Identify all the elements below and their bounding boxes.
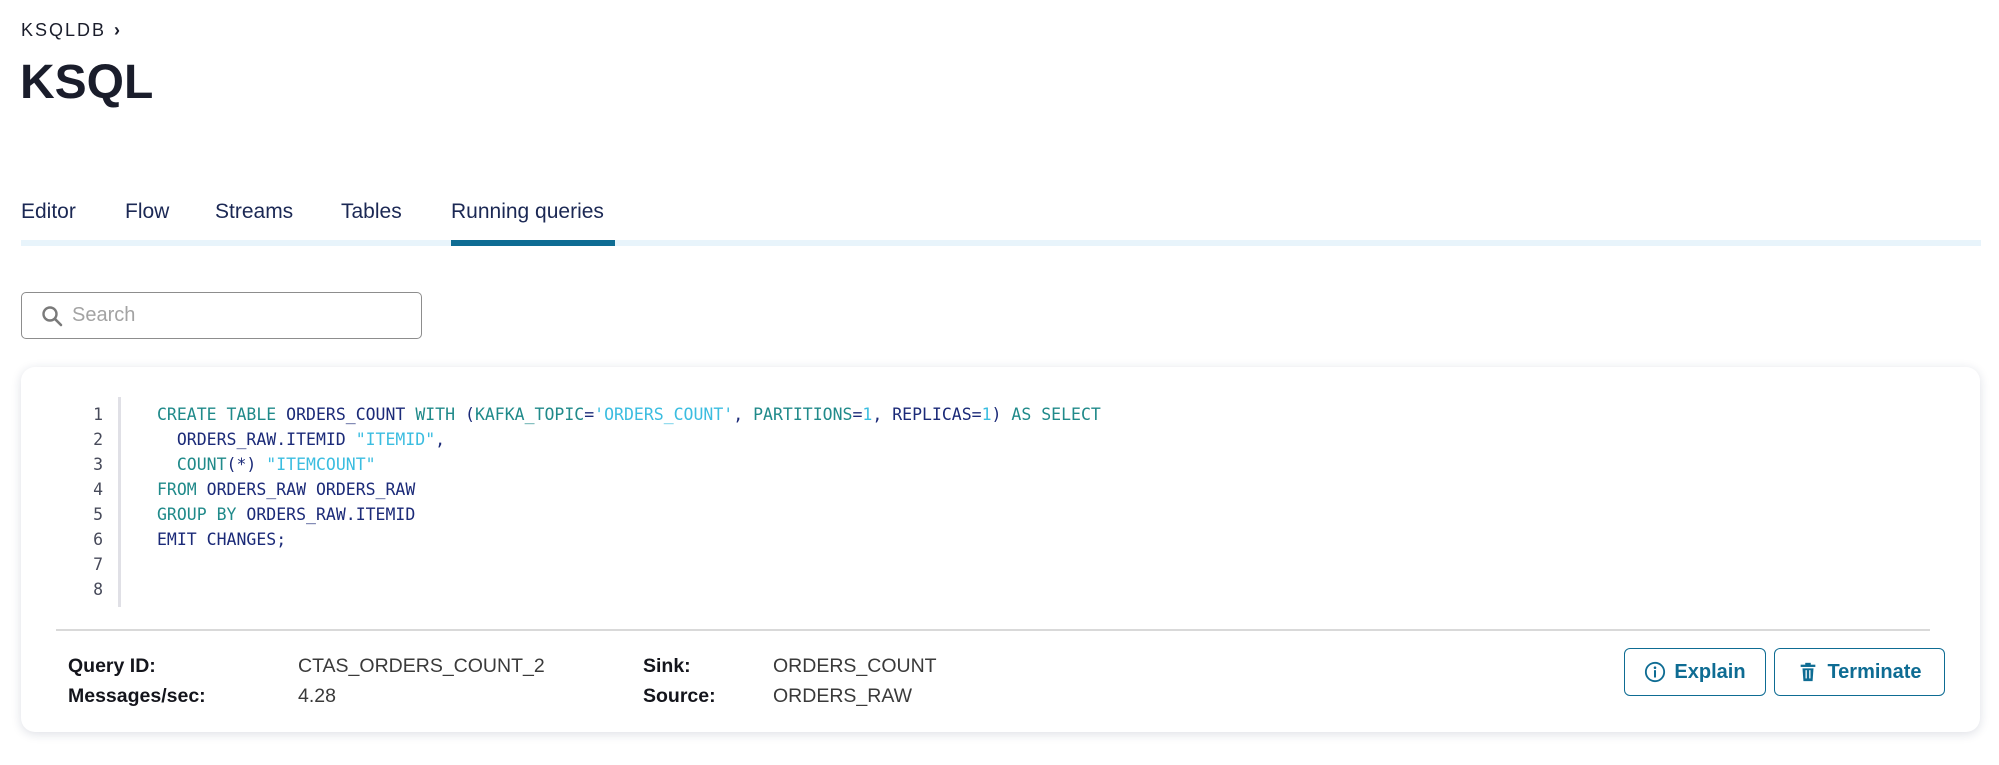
tab-track — [21, 240, 1981, 246]
line-number: 1 — [93, 405, 103, 424]
code-identifier: , — [733, 405, 754, 424]
code-identifier: , REPLICAS= — [872, 405, 982, 424]
search-input[interactable] — [72, 304, 402, 327]
code-line: CREATE TABLE ORDERS_COUNT WITH (KAFKA_TO… — [157, 405, 1101, 424]
code-keyword: CREATE TABLE — [157, 405, 277, 424]
code-keyword: KAFKA_TOPIC — [474, 405, 585, 424]
code-line: EMIT CHANGES; — [157, 530, 286, 549]
code-line: ORDERS_RAW.ITEMID "ITEMID", — [157, 430, 445, 449]
code-identifier — [276, 405, 286, 424]
code-keyword: AS SELECT — [1011, 405, 1101, 424]
tab-editor[interactable]: Editor — [21, 200, 76, 246]
messages-per-sec-value: 4.28 — [298, 685, 336, 707]
code-keyword: WITH — [415, 405, 456, 424]
code-identifier: (*) — [226, 455, 267, 474]
info-circle-icon — [1645, 661, 1666, 683]
breadcrumb: KSQLDB › — [21, 20, 120, 41]
line-number: 8 — [93, 580, 103, 599]
code-identifier: = — [852, 405, 863, 424]
code-string: "ITEMID" — [355, 430, 436, 449]
code-line: COUNT(*) "ITEMCOUNT" — [157, 455, 376, 474]
code-identifier — [157, 455, 177, 474]
terminate-label: Terminate — [1827, 660, 1922, 683]
code-identifier: ) — [991, 405, 1012, 424]
code-identifier: ORDERS_COUNT — [286, 405, 406, 424]
messages-per-sec-label: Messages/sec: — [68, 685, 206, 707]
code-keyword: PARTITIONS — [753, 405, 853, 424]
active-tab-indicator — [451, 240, 615, 246]
line-number: 3 — [93, 455, 103, 474]
code-identifier: ORDERS_RAW.ITEMID — [236, 505, 416, 524]
source-label: Source: — [643, 685, 716, 707]
query-id-value: CTAS_ORDERS_COUNT_2 — [298, 655, 545, 677]
line-number: 7 — [93, 555, 103, 574]
search-icon — [42, 305, 63, 326]
code-identifier: ( — [455, 405, 475, 424]
page-title: KSQL — [20, 56, 154, 109]
code-keyword: FROM — [157, 480, 197, 499]
terminate-button[interactable]: Terminate — [1774, 648, 1945, 696]
line-number: 2 — [93, 430, 103, 449]
search-box[interactable] — [21, 292, 422, 339]
code-identifier: EMIT CHANGES; — [157, 530, 287, 549]
code-number: 1 — [862, 405, 873, 424]
line-number: 4 — [93, 480, 103, 499]
tab-label: Tables — [341, 200, 402, 223]
code-string: 'ORDERS_COUNT' — [594, 405, 734, 424]
code-identifier: = — [584, 405, 595, 424]
code-identifier: , — [435, 430, 446, 449]
tab-label: Running queries — [451, 200, 604, 223]
code-identifier — [405, 405, 415, 424]
tab-label: Flow — [125, 200, 170, 223]
code-line: GROUP BY ORDERS_RAW.ITEMID — [157, 505, 415, 524]
tab-flow[interactable]: Flow — [125, 200, 169, 246]
tab-running-queries[interactable]: Running queries — [451, 200, 615, 246]
code-number: 1 — [981, 405, 992, 424]
line-number: 6 — [93, 530, 103, 549]
code-line: FROM ORDERS_RAW ORDERS_RAW — [157, 480, 415, 499]
breadcrumb-item-ksqldb[interactable]: KSQLDB — [21, 20, 106, 41]
explain-label: Explain — [1674, 660, 1746, 683]
line-number: 5 — [93, 505, 103, 524]
tab-label: Streams — [215, 200, 294, 223]
query-card: 1 2 3 4 5 6 7 8 CREATE TABLE ORDERS_COUNT WITH … — [21, 367, 1980, 732]
code-identifier: ORDERS_RAW ORDERS_RAW — [196, 480, 416, 499]
tab-streams[interactable]: Streams — [215, 200, 293, 246]
code-keyword: GROUP BY — [157, 505, 237, 524]
code-string: "ITEMCOUNT" — [266, 455, 376, 474]
line-number-gutter: 1 2 3 4 5 6 7 8 — [51, 397, 121, 607]
explain-button[interactable]: Explain — [1624, 648, 1766, 696]
chevron-right-icon: › — [114, 20, 121, 40]
tab-tables[interactable]: Tables — [341, 200, 402, 246]
sink-label: Sink: — [643, 655, 691, 677]
query-id-label: Query ID: — [68, 655, 156, 677]
sink-value: ORDERS_COUNT — [773, 655, 937, 677]
code-identifier: ORDERS_RAW.ITEMID — [157, 430, 356, 449]
source-value: ORDERS_RAW — [773, 685, 913, 707]
tab-bar: Editor Flow Streams Tables Running queri… — [21, 200, 1981, 246]
trash-icon — [1801, 662, 1816, 682]
code-keyword: COUNT — [176, 455, 227, 474]
tab-label: Editor — [21, 200, 76, 223]
query-code-editor[interactable]: 1 2 3 4 5 6 7 8 CREATE TABLE ORDERS_COUNT WITH … — [51, 397, 1101, 607]
card-divider — [56, 629, 1930, 631]
